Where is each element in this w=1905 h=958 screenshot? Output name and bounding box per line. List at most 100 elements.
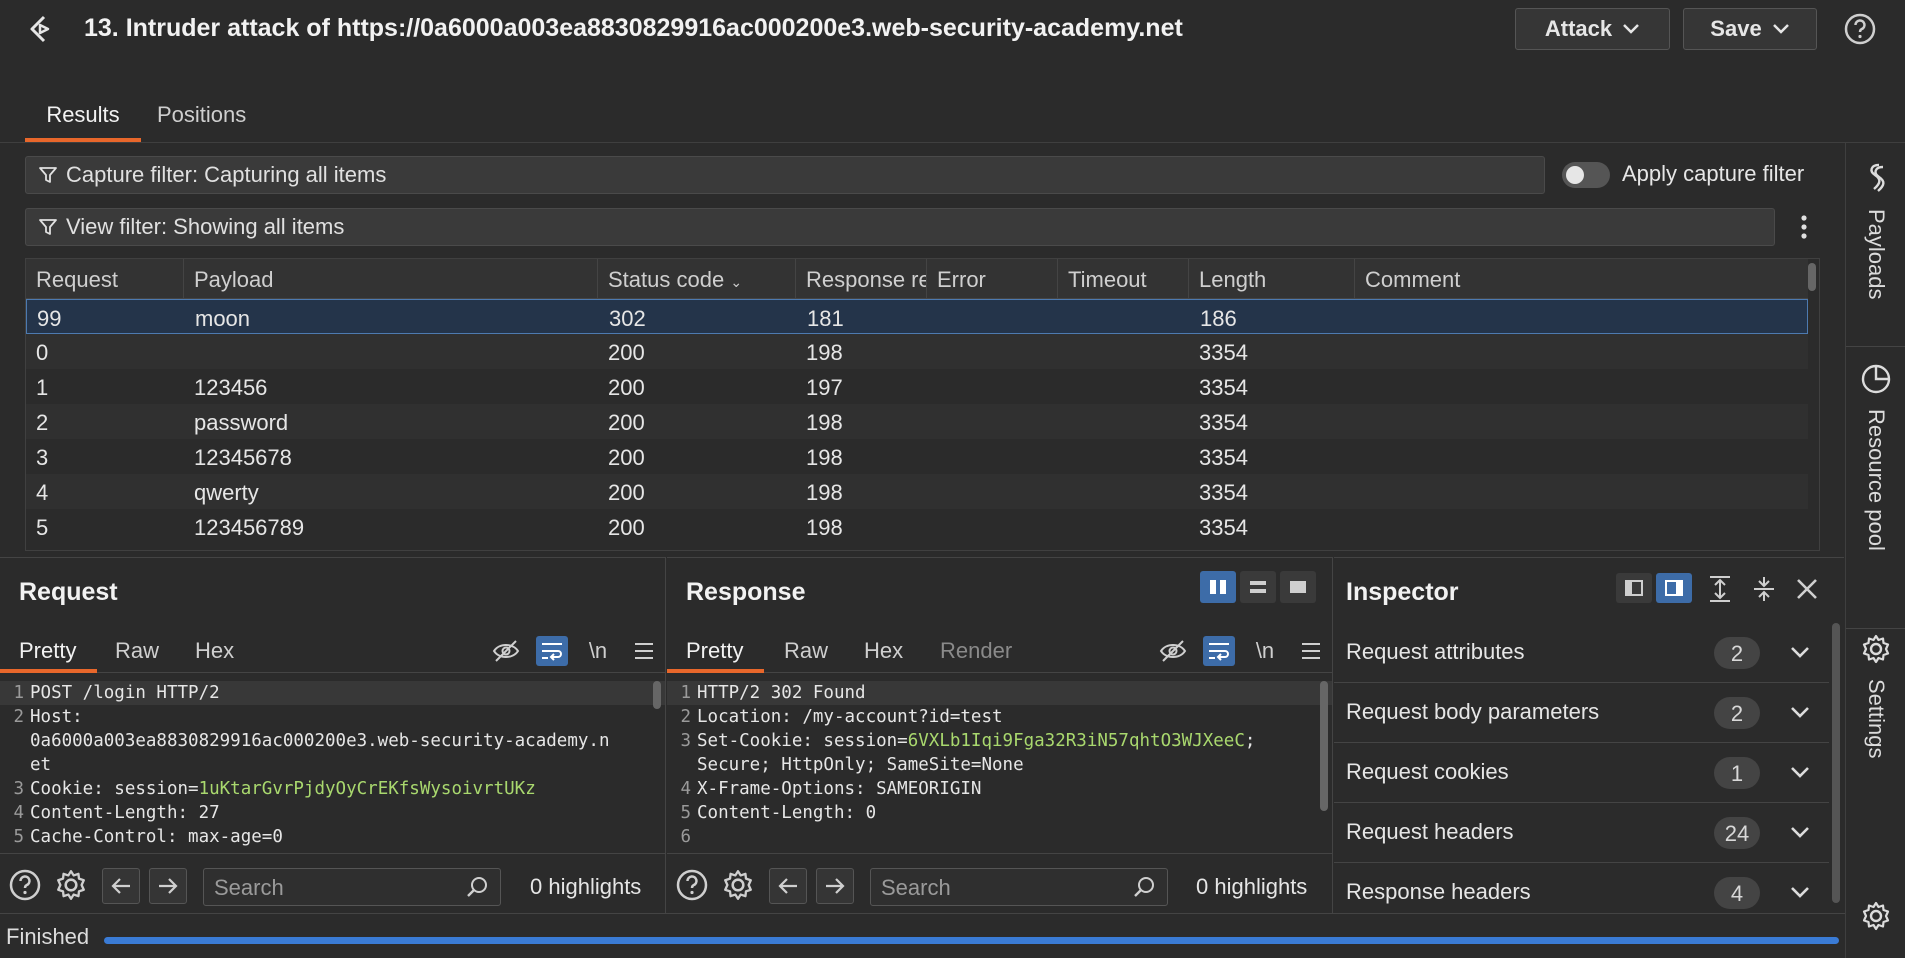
inspector-section-label: Request attributes: [1346, 639, 1525, 664]
word-wrap-icon[interactable]: [536, 636, 568, 666]
help-icon[interactable]: [1843, 12, 1877, 46]
expand-all-icon[interactable]: [1706, 574, 1734, 604]
line-text: Secure; HttpOnly; SameSite=None: [697, 755, 1024, 775]
table-row[interactable]: 99 moon 302 181 186: [26, 299, 1808, 334]
gear-icon[interactable]: [1860, 900, 1892, 932]
column-header-request[interactable]: Request: [26, 259, 184, 299]
previous-match-button[interactable]: [102, 868, 140, 904]
inspector-right-layout-icon[interactable]: [1656, 573, 1692, 603]
chevron-down-icon[interactable]: [1789, 821, 1811, 843]
tab-render[interactable]: Render: [940, 638, 1012, 664]
cell-request: 2: [36, 410, 49, 435]
attack-button[interactable]: Attack: [1515, 8, 1670, 50]
arrow-left-icon: [778, 878, 797, 894]
menu-icon[interactable]: [628, 636, 660, 666]
attack-status: Finished: [6, 924, 90, 949]
active-tab-indicator: [667, 669, 764, 673]
inspector-section[interactable]: Request body parameters 2: [1334, 683, 1829, 743]
inspector-section-label: Request body parameters: [1346, 699, 1600, 724]
column-header-length[interactable]: Length: [1189, 259, 1355, 299]
code-line: 4 X-Frame-Options: SAMEORIGIN: [667, 777, 1332, 801]
request-editor-scrollbar[interactable]: [653, 681, 661, 709]
sidebar-item-resource-pool[interactable]: Resource pool: [1846, 363, 1905, 551]
cell-payload: 12345678: [194, 445, 292, 470]
column-header-comment[interactable]: Comment: [1355, 259, 1808, 299]
chevron-down-icon[interactable]: [1789, 881, 1811, 903]
inspector-section[interactable]: Request headers 24: [1334, 803, 1829, 863]
tab-pretty[interactable]: Pretty: [686, 638, 743, 664]
header-key: Set-Cookie: session=: [697, 731, 908, 751]
help-icon[interactable]: [6, 866, 44, 904]
tab-positions[interactable]: Positions: [157, 96, 246, 128]
inspector-section[interactable]: Request attributes 2: [1334, 623, 1829, 683]
code-line: 1 POST /login HTTP/2: [0, 681, 665, 705]
next-match-button[interactable]: [816, 868, 854, 904]
cell-length: 3354: [1199, 480, 1248, 505]
gear-icon[interactable]: [719, 866, 757, 904]
tab-pretty[interactable]: Pretty: [19, 638, 76, 664]
inspector-left-layout-icon[interactable]: [1616, 573, 1652, 603]
tab-hex[interactable]: Hex: [864, 638, 903, 664]
tab-results[interactable]: Results: [25, 96, 141, 142]
tab-raw[interactable]: Raw: [784, 638, 828, 664]
tabbed-layout-icon[interactable]: [1280, 571, 1316, 603]
table-scrollbar[interactable]: [1808, 263, 1816, 291]
column-header-status-code-label: Status code: [608, 267, 725, 292]
newline-toggle-icon[interactable]: \n: [1249, 636, 1281, 666]
capture-filter-bar[interactable]: Capture filter: Capturing all items: [25, 156, 1545, 194]
sidebar-item-payloads[interactable]: Payloads: [1846, 161, 1905, 300]
request-search-input[interactable]: Search: [203, 868, 501, 906]
code-line: Secure; HttpOnly; SameSite=None: [667, 753, 1332, 777]
response-editor-scrollbar[interactable]: [1320, 681, 1328, 811]
sidebar-item-settings[interactable]: Settings: [1846, 633, 1905, 759]
line-number: 4: [13, 803, 24, 823]
split-horizontal-layout-icon[interactable]: [1200, 571, 1236, 603]
column-header-error[interactable]: Error: [927, 259, 1058, 299]
hide-nonprintable-icon[interactable]: [1157, 636, 1189, 666]
code-line: 5 Content-Length: 0: [667, 801, 1332, 825]
column-header-response-received[interactable]: Response rec...: [796, 259, 927, 299]
line-number: 2: [680, 707, 691, 727]
request-search-bar: Search 0 highlights: [0, 853, 665, 913]
save-button[interactable]: Save: [1683, 8, 1817, 50]
response-editor[interactable]: 1 HTTP/2 302 Found 2 Location: /my-account?…: [667, 681, 1332, 851]
gear-icon[interactable]: [52, 866, 90, 904]
column-header-payload[interactable]: Payload: [184, 259, 598, 299]
previous-match-button[interactable]: [769, 868, 807, 904]
view-filter-bar[interactable]: View filter: Showing all items: [25, 208, 1775, 246]
apply-capture-filter-toggle[interactable]: [1562, 162, 1610, 188]
word-wrap-icon[interactable]: [1203, 636, 1235, 666]
count-badge: 2: [1714, 697, 1760, 729]
code-line: 6: [667, 825, 1332, 849]
search-placeholder: Search: [214, 875, 284, 900]
cell-request: 0: [36, 340, 49, 365]
table-row[interactable]: 5 123456789 200 198 3354: [26, 509, 1808, 544]
table-row[interactable]: 0 200 198 3354: [26, 334, 1808, 369]
hide-nonprintable-icon[interactable]: [490, 636, 522, 666]
chevron-down-icon[interactable]: [1789, 701, 1811, 723]
column-header-timeout[interactable]: Timeout: [1058, 259, 1189, 299]
code-line: 1 HTTP/2 302 Found: [667, 681, 1332, 705]
tab-hex[interactable]: Hex: [195, 638, 234, 664]
split-vertical-layout-icon[interactable]: [1240, 571, 1276, 603]
menu-icon[interactable]: [1295, 636, 1327, 666]
newline-toggle-icon[interactable]: \n: [582, 636, 614, 666]
table-row[interactable]: 1 123456 200 197 3354: [26, 369, 1808, 404]
response-search-input[interactable]: Search: [870, 868, 1168, 906]
collapse-all-icon[interactable]: [1750, 574, 1778, 604]
close-icon[interactable]: [1794, 576, 1820, 602]
next-match-button[interactable]: [149, 868, 187, 904]
tab-raw[interactable]: Raw: [115, 638, 159, 664]
more-options-icon[interactable]: [1792, 212, 1816, 242]
inspector-scrollbar[interactable]: [1832, 623, 1840, 903]
help-icon[interactable]: [673, 866, 711, 904]
table-row[interactable]: 2 password 200 198 3354: [26, 404, 1808, 439]
chevron-down-icon[interactable]: [1789, 761, 1811, 783]
chevron-down-icon[interactable]: [1789, 641, 1811, 663]
filter-icon: [39, 167, 57, 183]
request-editor[interactable]: 1 POST /login HTTP/2 2 Host: 0a6000a003ea883…: [0, 681, 665, 851]
column-header-status-code[interactable]: Status code ⌄: [598, 259, 796, 299]
inspector-section[interactable]: Request cookies 1: [1334, 743, 1829, 803]
table-row[interactable]: 3 12345678 200 198 3354: [26, 439, 1808, 474]
table-row[interactable]: 4 qwerty 200 198 3354: [26, 474, 1808, 509]
